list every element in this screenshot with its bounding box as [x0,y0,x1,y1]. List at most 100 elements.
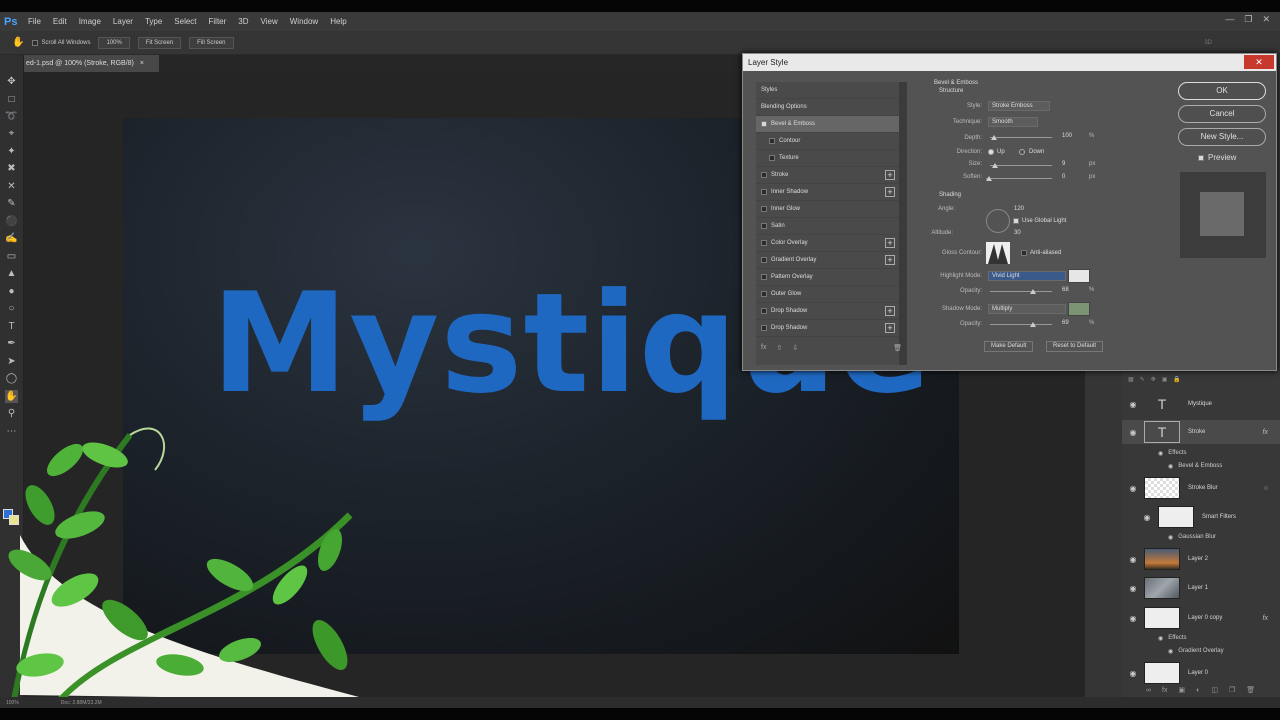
add-effect-icon[interactable]: + [885,323,895,333]
gloss-contour-picker[interactable] [986,242,1010,264]
move-tool-icon[interactable]: ✥ [5,75,18,88]
reset-default-button[interactable]: Reset to Default [1046,341,1104,352]
soften-slider[interactable] [986,178,1052,179]
highlight-opacity-slider[interactable] [990,291,1052,292]
style-stroke[interactable]: Stroke + [756,167,899,184]
eye-icon[interactable]: ◉ [1122,584,1144,593]
add-effect-icon[interactable]: + [885,306,895,316]
lock-brush-icon[interactable]: ✎ [1140,376,1145,383]
anti-aliased-checkbox[interactable] [1021,250,1027,256]
altitude-value[interactable]: 30 [1014,230,1021,236]
style-inner-shadow[interactable]: Inner Shadow + [756,184,899,201]
highlight-mode-dropdown[interactable]: Vivid Light [988,271,1066,281]
size-value[interactable]: 9 [1062,161,1065,167]
menu-3d[interactable]: 3D [232,17,254,26]
status-zoom[interactable]: 100% [6,700,19,706]
shadow-opacity-knob[interactable] [1030,322,1036,327]
history-brush-icon[interactable]: ✍ [5,232,18,245]
preview-toggle[interactable]: Preview [1198,153,1236,162]
style-drop-shadow-2[interactable]: Drop Shadow + [756,320,899,337]
checkbox-icon[interactable] [761,291,767,297]
pen-tool-icon[interactable]: ✒ [5,337,18,350]
fx-icon[interactable]: fx [1263,429,1268,436]
effect-item[interactable]: ◉ Bevel & Emboss [1122,461,1280,471]
checkbox-icon[interactable] [769,138,775,144]
checkbox-icon[interactable] [761,325,767,331]
style-bevel-emboss[interactable]: Bevel & Emboss [756,116,899,133]
layer-row[interactable]: ◉ Layer 0 copy fx [1122,605,1280,631]
checkbox-icon[interactable] [761,308,767,314]
dialog-close-button[interactable]: ✕ [1244,55,1274,69]
hand-tool-icon[interactable]: ✋ [12,37,24,48]
style-outer-glow[interactable]: Outer Glow [756,286,899,303]
layer-row[interactable]: ◉ T Mystique [1122,393,1280,415]
effects-row[interactable]: ◉ Effects [1122,633,1280,643]
lasso-tool-icon[interactable]: ➰ [5,110,18,123]
eraser-tool-icon[interactable]: ▭ [5,250,18,263]
new-layer-icon[interactable]: ❐ [1229,686,1235,694]
eye-icon[interactable]: ◉ [1136,513,1158,522]
eye-icon[interactable]: ◉ [1122,555,1144,564]
size-slider-knob[interactable] [992,163,998,168]
lock-artboard-icon[interactable]: ▣ [1162,376,1168,383]
highlight-opacity-value[interactable]: 68 [1062,287,1069,293]
soften-slider-knob[interactable] [986,176,992,181]
close-icon[interactable]: ✕ [1262,14,1270,25]
direction-up-radio[interactable] [988,149,994,155]
styles-header[interactable]: Styles [756,82,899,99]
hand-tool-icon[interactable]: ✋ [5,390,18,403]
effect-item[interactable]: ◉ Gaussian Blur [1122,532,1280,542]
menu-file[interactable]: File [22,17,47,26]
effects-row[interactable]: ◉ Effects [1122,448,1280,458]
smart-filters-row[interactable]: ◉ Smart Filters [1122,505,1280,529]
depth-value[interactable]: 100 [1062,133,1072,139]
direction-down-radio[interactable] [1019,149,1025,155]
angle-value[interactable]: 120 [1014,206,1024,212]
blur-tool-icon[interactable]: ● [5,285,18,298]
highlight-opacity-knob[interactable] [1030,289,1036,294]
eye-icon[interactable]: ◉ [1168,648,1173,655]
style-texture[interactable]: Texture [756,150,899,167]
shadow-opacity-slider[interactable] [990,324,1052,325]
soften-value[interactable]: 0 [1062,174,1065,180]
style-contour[interactable]: Contour [756,133,899,150]
eye-icon[interactable]: ◉ [1122,428,1144,437]
menu-window[interactable]: Window [284,17,324,26]
dialog-title-bar[interactable]: Layer Style [743,54,1276,71]
fill-screen-button[interactable]: Fill Screen [189,36,234,49]
group-icon[interactable]: ◫ [1211,686,1218,694]
checkbox-icon[interactable] [761,223,767,229]
checkbox-icon[interactable] [761,172,767,178]
eye-icon[interactable]: ◉ [1122,669,1144,678]
size-slider[interactable] [990,165,1052,166]
layer-row[interactable]: ◉ Layer 2 [1122,546,1280,572]
layer-row[interactable]: ◉ Stroke Blur ○ [1122,475,1280,501]
magic-wand-icon[interactable]: ✦ [5,145,18,158]
clone-stamp-icon[interactable]: ⚫ [5,215,18,228]
menu-type[interactable]: Type [139,17,168,26]
gradient-tool-icon[interactable]: ▲ [5,267,18,280]
menu-help[interactable]: Help [324,17,352,26]
add-mask-icon[interactable]: ▣ [1178,686,1185,694]
style-pattern-overlay[interactable]: Pattern Overlay [756,269,899,286]
move-up-icon[interactable]: ⇧ [776,344,782,352]
menu-edit[interactable]: Edit [47,17,73,26]
fx-menu-icon[interactable]: fx [761,344,766,352]
cancel-button[interactable]: Cancel [1178,105,1266,123]
depth-slider[interactable] [990,137,1052,138]
style-color-overlay[interactable]: Color Overlay + [756,235,899,252]
make-default-button[interactable]: Make Default [984,341,1034,352]
link-icon[interactable]: ∞ [1146,687,1151,694]
ok-button[interactable]: OK [1178,82,1266,100]
lock-icon[interactable]: ▦ [1128,376,1134,383]
style-drop-shadow[interactable]: Drop Shadow + [756,303,899,320]
eye-icon[interactable]: ◉ [1168,534,1173,541]
style-satin[interactable]: Satin [756,218,899,235]
style-gradient-overlay[interactable]: Gradient Overlay + [756,252,899,269]
checkbox-icon[interactable] [761,240,767,246]
brush-tool-icon[interactable]: ✎ [5,197,18,210]
scroll-all-checkbox[interactable]: Scroll All Windows [32,39,90,46]
fit-screen-button[interactable]: Fit Screen [137,36,182,49]
layer-row-selected[interactable]: ◉ T Stroke fx [1122,420,1280,444]
fx-icon[interactable]: fx [1263,615,1268,622]
